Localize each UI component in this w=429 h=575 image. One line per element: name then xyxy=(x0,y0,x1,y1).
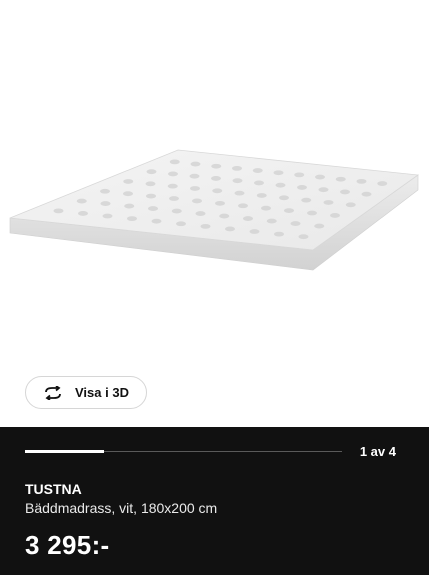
gallery-progress-fill xyxy=(25,450,105,453)
mattress-tuft xyxy=(294,172,305,178)
mattress-tuft xyxy=(212,188,223,194)
mattress-tuft xyxy=(76,198,87,204)
mattress-tuft xyxy=(211,163,222,169)
mattress-tuft xyxy=(243,216,253,221)
mattress-tuft xyxy=(167,183,178,189)
mattress-tuft xyxy=(100,188,110,194)
mattress-tuft xyxy=(275,182,286,188)
mattress-tuft xyxy=(123,191,133,197)
mattress-tuft xyxy=(225,226,235,232)
mattress-tuft xyxy=(318,187,329,193)
view-in-3d-button[interactable]: Visa i 3D xyxy=(25,376,147,409)
mattress-tuft xyxy=(323,200,334,205)
mattress-tuft xyxy=(100,201,111,206)
mattress-tuft xyxy=(297,185,307,190)
mattress-tuft xyxy=(266,218,277,224)
mattress-tuft xyxy=(335,176,346,182)
mattress-tuft xyxy=(195,211,206,216)
mattress-tuft xyxy=(252,168,263,173)
mattress-tuft xyxy=(330,213,340,218)
mattress-tuft xyxy=(169,159,180,165)
rotate-3d-icon xyxy=(43,385,63,400)
mattress-tuft xyxy=(298,234,309,240)
mattress-tuft xyxy=(146,193,156,199)
mattress-tuft xyxy=(261,205,271,211)
mattress-tuft xyxy=(168,171,178,177)
mattress-tuft xyxy=(274,231,284,237)
gallery-progress-bar xyxy=(25,450,342,453)
mattress-tuft xyxy=(238,203,248,209)
mattress-tuft xyxy=(232,165,242,171)
product-info-panel: 1 av 4 TUSTNA Bäddmadrass, vit, 180x200 … xyxy=(0,427,429,575)
mattress-tuft xyxy=(279,195,289,201)
view-in-3d-label: Visa i 3D xyxy=(75,385,129,400)
product-price: 3 295:- xyxy=(25,530,110,560)
mattress-tuft xyxy=(190,186,200,191)
mattress-tuft xyxy=(192,198,202,204)
product-image-area[interactable] xyxy=(0,0,429,427)
mattress-tuft xyxy=(273,170,284,176)
mattress-tuft xyxy=(148,206,158,211)
mattress-tuft xyxy=(377,181,388,186)
mattress-tuft xyxy=(232,178,243,184)
mattress-tuft xyxy=(127,216,137,222)
mattress-tuft xyxy=(215,200,225,206)
mattress-tuft xyxy=(176,221,186,227)
mattress-tuft xyxy=(356,178,367,184)
mattress-tuft xyxy=(123,179,134,184)
mattress-tuft xyxy=(307,210,317,216)
mattress-tuft xyxy=(169,196,179,201)
mattress-tuft xyxy=(301,197,312,203)
mattress-tuft xyxy=(146,169,157,175)
mattress-tuft xyxy=(254,180,264,186)
mattress-tuft xyxy=(211,176,221,181)
mattress-tuft xyxy=(53,208,64,214)
mattress-tuft xyxy=(124,203,135,209)
mattress-tuft xyxy=(189,173,200,179)
mattress-tuft xyxy=(284,208,294,214)
mattress-tuft xyxy=(151,218,162,224)
mattress-tuft xyxy=(145,181,156,187)
gallery-counter: 1 av 4 xyxy=(359,444,396,459)
mattress-tuft xyxy=(171,208,182,214)
mattress-tuft xyxy=(361,191,372,197)
mattress-tuft xyxy=(190,161,201,167)
mattress-tuft xyxy=(256,193,267,198)
product-name: TUSTNA xyxy=(25,481,82,497)
mattress-tuft xyxy=(290,221,301,226)
mattress-tuft xyxy=(340,189,350,195)
mattress-tuft xyxy=(102,213,113,219)
mattress-tuft xyxy=(314,223,325,229)
mattress-tuft xyxy=(219,213,230,219)
mattress-tuft xyxy=(249,229,260,234)
product-description: Bäddmadrass, vit, 180x200 cm xyxy=(25,500,218,516)
mattress-tuft xyxy=(345,202,356,208)
mattress-tuft xyxy=(234,190,245,196)
mattress-tuft xyxy=(200,223,211,229)
mattress-tuft xyxy=(315,174,325,180)
mattress-tuft xyxy=(78,211,88,216)
mattress-image xyxy=(9,149,420,271)
